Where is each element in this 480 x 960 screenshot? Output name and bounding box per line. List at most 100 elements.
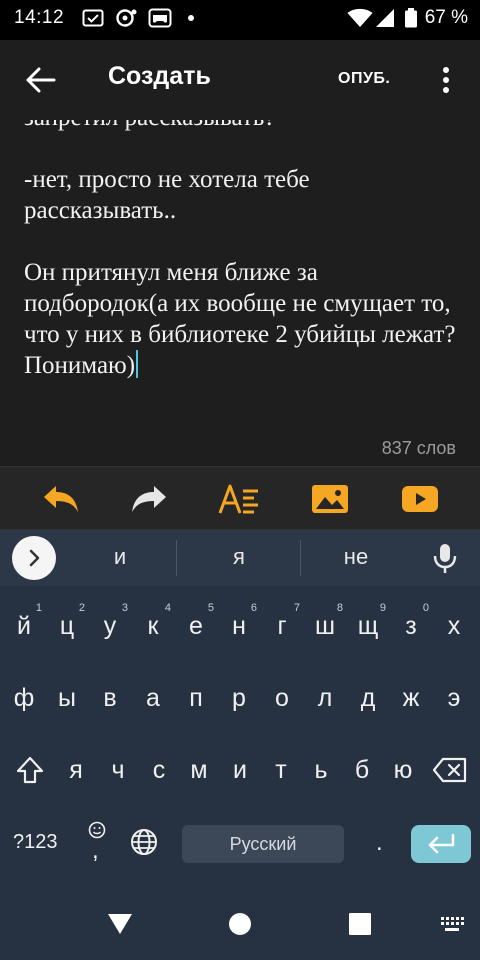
key-label: е bbox=[189, 612, 203, 640]
editor-paragraph-last: Он притянул меня ближе за подбородок(а и… bbox=[24, 257, 464, 381]
key-hint: 6 bbox=[250, 602, 257, 614]
shift-key[interactable] bbox=[8, 742, 52, 798]
home-circle-icon bbox=[229, 913, 251, 935]
key-hint: 3 bbox=[121, 602, 128, 614]
key[interactable]: н6 bbox=[217, 598, 261, 654]
key[interactable]: г7 bbox=[260, 598, 304, 654]
gamepad-icon bbox=[148, 8, 172, 28]
key[interactable]: з0 bbox=[389, 598, 433, 654]
key-label: з bbox=[405, 612, 417, 640]
signal-icon bbox=[376, 9, 394, 27]
key[interactable]: щ9 bbox=[346, 598, 390, 654]
story-editor[interactable]: запретил рассказывать? -нет, просто не х… bbox=[0, 120, 480, 466]
bubble-notification-icon bbox=[116, 9, 137, 27]
text-format-icon bbox=[218, 484, 258, 514]
key[interactable]: ц2 bbox=[45, 598, 89, 654]
editor-text[interactable]: запретил рассказывать? -нет, просто не х… bbox=[24, 120, 464, 412]
more-vert-icon bbox=[443, 67, 449, 93]
key[interactable]: е5 bbox=[174, 598, 218, 654]
back-arrow-icon bbox=[26, 67, 56, 93]
status-time: 14:12 bbox=[14, 7, 65, 28]
key[interactable]: и bbox=[218, 742, 262, 798]
key[interactable]: д bbox=[346, 670, 390, 726]
symbols-key[interactable]: ?123 bbox=[13, 831, 58, 854]
suggestion-word[interactable]: я bbox=[184, 544, 294, 570]
wifi-icon bbox=[347, 8, 373, 27]
key-label: у bbox=[103, 612, 117, 640]
key-hint: 5 bbox=[207, 602, 214, 614]
publish-button[interactable]: ОПУБ. bbox=[338, 70, 390, 88]
back-button[interactable] bbox=[20, 60, 64, 100]
key[interactable]: ш8 bbox=[303, 598, 347, 654]
key[interactable]: у3 bbox=[88, 598, 132, 654]
key-label: н bbox=[232, 612, 246, 640]
editor-paragraph: -нет, просто не хотела тебе рассказывать… bbox=[24, 166, 310, 224]
key[interactable]: ю bbox=[381, 742, 425, 798]
microphone-icon[interactable] bbox=[430, 542, 460, 574]
key[interactable]: к4 bbox=[131, 598, 175, 654]
insert-video-button[interactable] bbox=[398, 481, 442, 517]
chevron-right-icon bbox=[29, 549, 40, 567]
back-triangle-icon bbox=[108, 914, 132, 934]
key[interactable]: ч bbox=[96, 742, 140, 798]
key-label: х bbox=[447, 612, 461, 640]
undo-icon bbox=[44, 486, 78, 512]
key-hint: 1 bbox=[35, 602, 42, 614]
key[interactable]: ж bbox=[389, 670, 433, 726]
key[interactable]: б bbox=[340, 742, 384, 798]
app-bar: Создать ОПУБ. bbox=[0, 40, 480, 120]
suggestion-word[interactable]: и bbox=[65, 544, 175, 570]
checkbox-notification-icon bbox=[82, 9, 104, 27]
navigation-bar bbox=[0, 884, 480, 960]
suggestion-expand-button[interactable] bbox=[12, 536, 56, 580]
redo-icon bbox=[132, 486, 166, 512]
backspace-key[interactable] bbox=[428, 742, 472, 798]
key-label: г bbox=[277, 612, 287, 640]
key[interactable]: в bbox=[88, 670, 132, 726]
comma-label: , bbox=[92, 837, 99, 864]
nav-recents-button[interactable] bbox=[344, 908, 376, 940]
key[interactable]: п bbox=[174, 670, 218, 726]
key[interactable]: й1 bbox=[2, 598, 46, 654]
key[interactable]: л bbox=[303, 670, 347, 726]
key-label: ш bbox=[314, 612, 336, 640]
globe-icon[interactable] bbox=[129, 827, 159, 857]
enter-key[interactable] bbox=[411, 825, 471, 863]
recents-square-icon bbox=[349, 913, 371, 935]
suggestion-word[interactable]: не bbox=[301, 544, 411, 570]
text-format-button[interactable] bbox=[218, 481, 262, 517]
period-key[interactable]: . bbox=[376, 829, 383, 857]
key[interactable]: с bbox=[137, 742, 181, 798]
key[interactable]: а bbox=[131, 670, 175, 726]
key[interactable]: х bbox=[432, 598, 476, 654]
undo-button[interactable] bbox=[38, 481, 82, 517]
nav-keyboard-switch-button[interactable] bbox=[436, 908, 468, 940]
key[interactable]: ь bbox=[299, 742, 343, 798]
word-count: 837 слов bbox=[381, 438, 456, 458]
key-hint: 2 bbox=[78, 602, 85, 614]
key[interactable]: т bbox=[259, 742, 303, 798]
nav-back-button[interactable] bbox=[104, 908, 136, 940]
key[interactable]: я bbox=[54, 742, 98, 798]
keyboard-switch-icon bbox=[441, 917, 464, 931]
redo-button[interactable] bbox=[128, 481, 172, 517]
space-key[interactable]: Русский bbox=[182, 825, 344, 863]
emoji-comma-key[interactable]: , bbox=[84, 819, 110, 869]
nav-home-button[interactable] bbox=[224, 908, 256, 940]
key[interactable]: ф bbox=[2, 670, 46, 726]
key-label: ц bbox=[59, 612, 75, 640]
editor-paragraph-text: Он притянул меня ближе за подбородок(а и… bbox=[24, 259, 456, 379]
key-hint: 9 bbox=[379, 602, 386, 614]
insert-image-icon bbox=[312, 485, 348, 513]
key[interactable]: о bbox=[260, 670, 304, 726]
key[interactable]: р bbox=[217, 670, 261, 726]
key[interactable]: м bbox=[177, 742, 221, 798]
key[interactable]: ы bbox=[45, 670, 89, 726]
key[interactable]: э bbox=[432, 670, 476, 726]
more-options-button[interactable] bbox=[434, 62, 458, 98]
insert-image-button[interactable] bbox=[308, 481, 352, 517]
key-hint: 4 bbox=[164, 602, 171, 614]
text-cursor bbox=[136, 350, 139, 378]
key-hint: 0 bbox=[422, 602, 429, 614]
insert-video-icon bbox=[402, 486, 438, 512]
